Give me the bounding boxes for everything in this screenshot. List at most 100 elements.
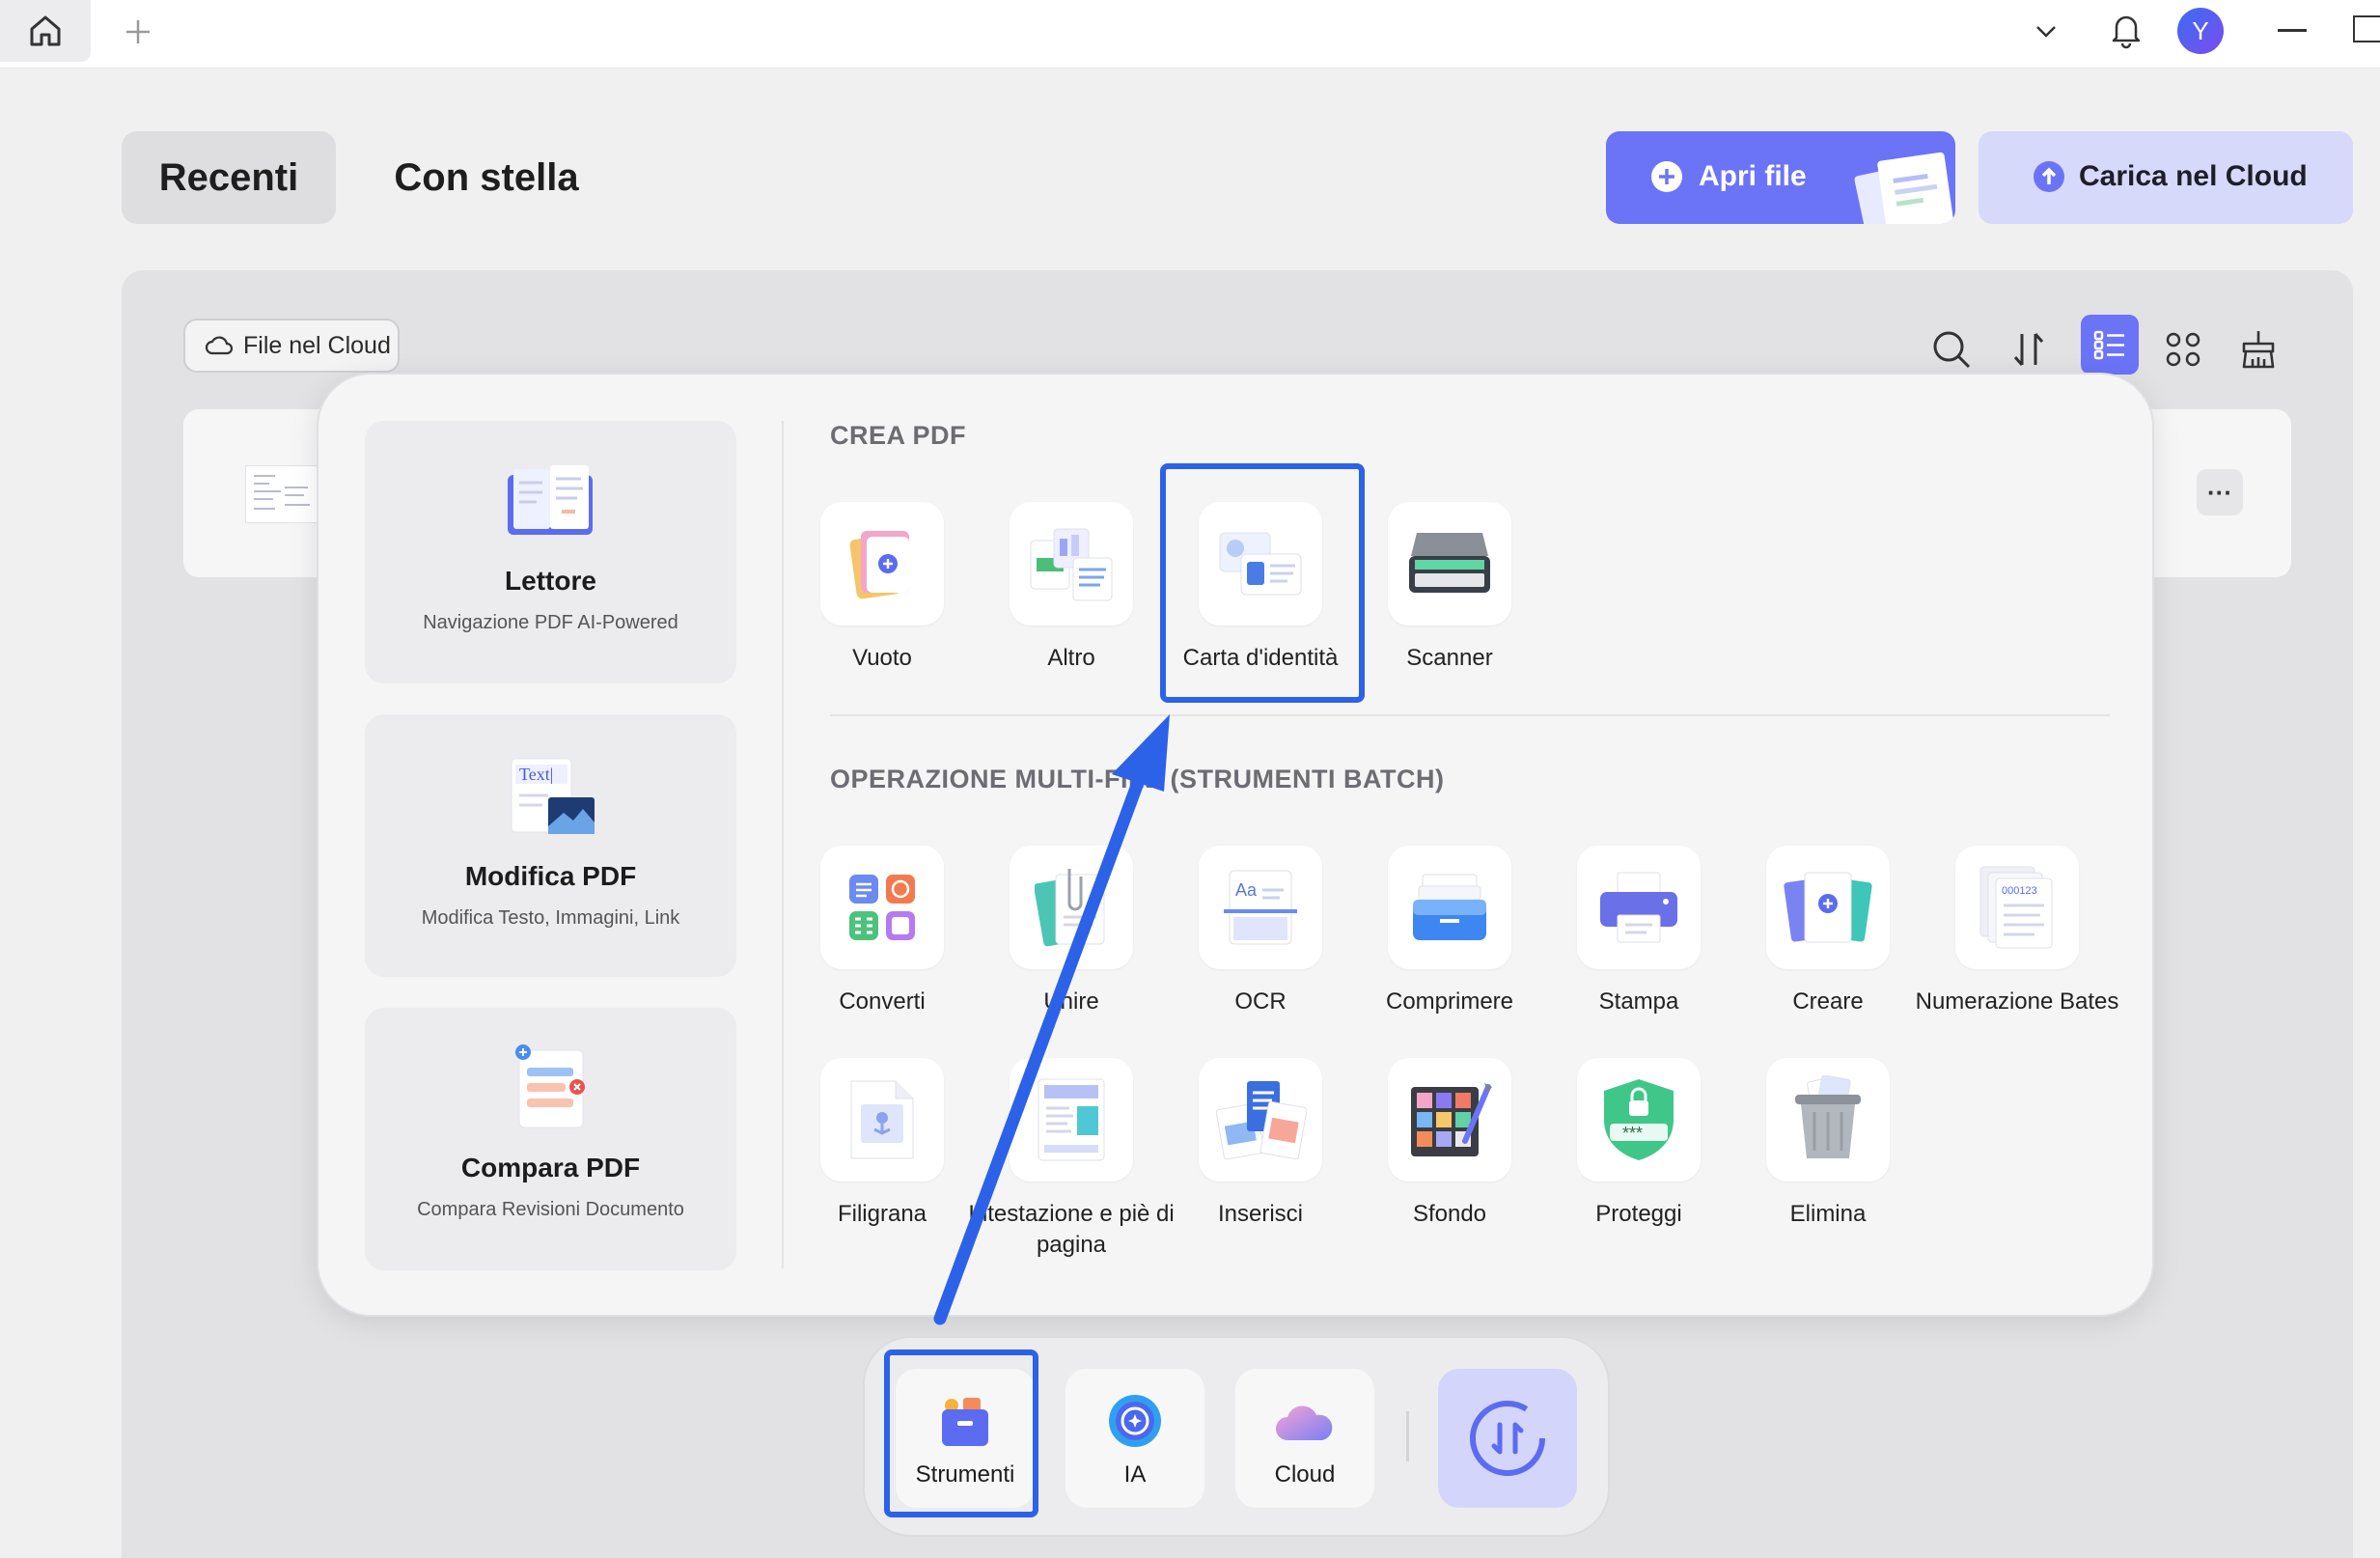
search-icon[interactable] xyxy=(1924,322,1979,376)
upload-cloud-label: Carica nel Cloud xyxy=(2079,160,2308,192)
cloud-button[interactable]: Cloud xyxy=(1235,1369,1374,1508)
broom-clean-icon[interactable] xyxy=(2231,322,2285,376)
home-icon xyxy=(30,15,61,46)
ocr-scan-icon: Aa xyxy=(1224,870,1297,945)
protect-tile[interactable]: *** xyxy=(1577,1058,1701,1182)
compare-pdf-subtitle: Compara Revisioni Documento xyxy=(417,1199,684,1220)
list-view-icon xyxy=(2093,330,2124,360)
merge-clip-icon xyxy=(1035,869,1105,947)
avatar[interactable]: Y xyxy=(2177,8,2224,54)
background-palette-icon xyxy=(1411,1083,1492,1156)
delete-tile[interactable] xyxy=(1766,1058,1890,1182)
edit-pdf-card[interactable]: Text| Modifica PDF Modifica Testo, Immag… xyxy=(365,714,736,977)
reader-book-icon xyxy=(508,465,593,535)
edit-pdf-subtitle: Modifica Testo, Immagini, Link xyxy=(421,907,680,929)
dock-separator xyxy=(1406,1411,1409,1461)
print-tile[interactable] xyxy=(1577,846,1701,969)
header-footer-tile[interactable] xyxy=(1010,1058,1133,1182)
compress-label: Comprimere xyxy=(1385,988,1514,1015)
background-tile[interactable] xyxy=(1388,1058,1511,1182)
batch-convert-button[interactable] xyxy=(1438,1369,1577,1508)
protect-shield-icon: *** xyxy=(1604,1079,1674,1160)
print-label: Stampa xyxy=(1598,988,1679,1015)
open-file-button[interactable]: Apri file xyxy=(1606,131,1955,224)
blank-page-icon xyxy=(849,531,909,599)
blank-pdf-tile[interactable] xyxy=(820,502,944,626)
other-formats-tile[interactable] xyxy=(1010,502,1133,626)
cloud-files-label: File nel Cloud xyxy=(243,331,391,359)
ai-assistant-icon xyxy=(1109,1395,1161,1447)
convert-tile[interactable] xyxy=(820,846,944,969)
bates-icon-text: 000123 xyxy=(2002,885,2037,897)
bates-number-icon: 000123 xyxy=(1979,866,2053,949)
compare-pdf-title: Compara PDF xyxy=(460,1153,641,1182)
reader-card[interactable]: Lettore Navigazione PDF AI-Powered xyxy=(365,421,736,683)
scanner-label: Scanner xyxy=(1406,645,1493,671)
svg-text:Aa: Aa xyxy=(1235,880,1258,900)
horizontal-divider xyxy=(830,714,2110,716)
ai-button[interactable]: IA xyxy=(1065,1369,1204,1508)
list-view-button[interactable] xyxy=(2081,315,2139,375)
upload-arrow-icon xyxy=(2034,161,2064,192)
printer-icon xyxy=(1600,872,1677,943)
maximize-button[interactable] xyxy=(2353,15,2380,42)
edit-text-image-icon: Text| xyxy=(511,758,595,834)
header-footer-icon xyxy=(1038,1078,1105,1161)
cloud-label: Cloud xyxy=(1274,1461,1336,1488)
open-file-label: Apri file xyxy=(1699,160,1807,192)
reader-title: Lettore xyxy=(505,566,596,596)
edit-icon-text: Text| xyxy=(519,765,553,784)
create-tile[interactable] xyxy=(1766,846,1890,969)
vertical-divider xyxy=(782,421,784,1268)
tab-recent[interactable]: Recenti xyxy=(122,131,336,224)
avatar-initial: Y xyxy=(2192,15,2209,45)
bell-icon[interactable] xyxy=(2104,8,2148,52)
compress-tray-icon xyxy=(1413,874,1486,940)
file-thumbnail xyxy=(245,465,318,523)
ocr-label: OCR xyxy=(1234,988,1287,1015)
upload-cloud-button[interactable]: Carica nel Cloud xyxy=(1979,131,2353,224)
convert-label: Converti xyxy=(839,988,926,1015)
tools-highlight-box xyxy=(884,1349,1038,1517)
other-formats-icon xyxy=(1030,528,1113,601)
grid-view-icon[interactable] xyxy=(2156,322,2210,376)
other-formats-label: Altro xyxy=(1047,645,1095,671)
new-tab-plus-icon[interactable] xyxy=(120,14,156,50)
minimize-button[interactable] xyxy=(2278,29,2307,32)
chevron-down-icon[interactable] xyxy=(2027,12,2065,50)
insert-pages-icon xyxy=(1215,1081,1307,1160)
scanner-tile[interactable] xyxy=(1388,502,1511,626)
tab-starred[interactable]: Con stella xyxy=(365,131,608,224)
watermark-icon xyxy=(850,1080,914,1159)
merge-tile[interactable] xyxy=(1010,846,1133,969)
sync-convert-icon xyxy=(1470,1401,1545,1476)
bates-label: Numerazione Bates xyxy=(1915,988,2119,1015)
title-bar xyxy=(0,0,2380,69)
merge-label: Unire xyxy=(1043,988,1099,1015)
cloud-outline-icon xyxy=(205,336,234,355)
create-label: Creare xyxy=(1792,988,1864,1015)
sort-icon[interactable] xyxy=(2002,322,2056,376)
watermark-tile[interactable] xyxy=(820,1058,944,1182)
trash-bin-icon xyxy=(1795,1075,1861,1158)
ai-label: IA xyxy=(1123,1461,1147,1488)
compress-tile[interactable] xyxy=(1388,846,1511,969)
create-pdf-heading: CREA PDF xyxy=(830,421,967,450)
bates-tile[interactable]: 000123 xyxy=(1955,846,2079,969)
documents-stack-icon xyxy=(1854,152,1954,224)
protect-label: Proteggi xyxy=(1595,1201,1682,1227)
ocr-tile[interactable]: Aa xyxy=(1199,846,1322,969)
compare-docs-icon xyxy=(515,1044,585,1128)
insert-tile[interactable] xyxy=(1199,1058,1322,1182)
cloud-files-filter[interactable]: File nel Cloud xyxy=(183,319,400,373)
plus-circle-icon xyxy=(1651,161,1682,192)
watermark-label: Filigrana xyxy=(837,1201,927,1227)
home-tab[interactable] xyxy=(0,0,91,62)
background-label: Sfondo xyxy=(1412,1201,1487,1227)
create-pages-icon xyxy=(1784,872,1872,943)
header-footer-label: Intestazione e piè di pagina xyxy=(968,1201,1175,1258)
more-options-button[interactable]: ··· xyxy=(2197,469,2243,515)
compare-pdf-card[interactable]: Compara PDF Compara Revisioni Documento xyxy=(365,1008,736,1270)
convert-grid-icon xyxy=(849,875,915,940)
scanner-icon xyxy=(1409,533,1490,593)
